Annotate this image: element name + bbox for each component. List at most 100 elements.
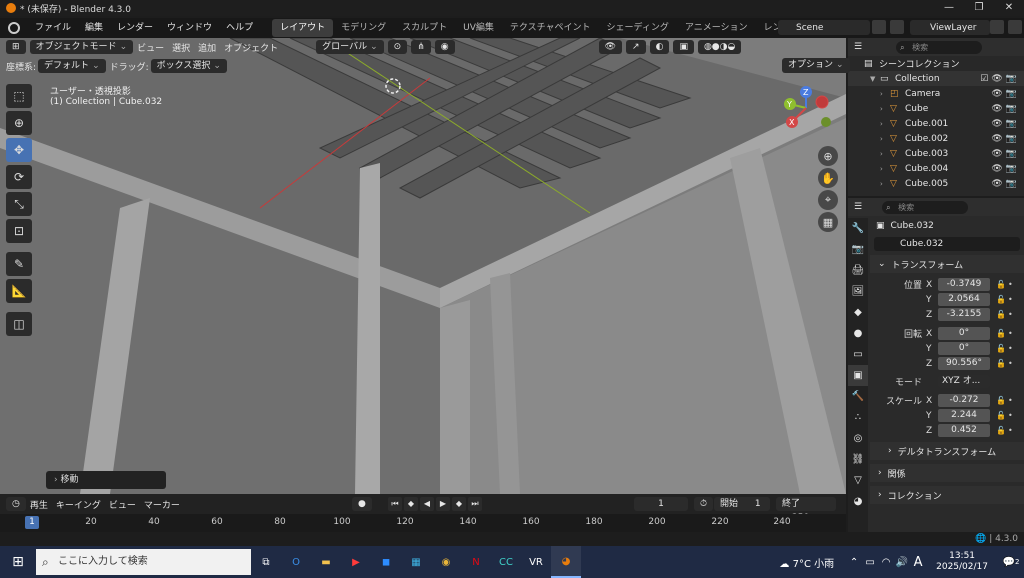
menu-playback[interactable]: 再生 bbox=[30, 498, 48, 511]
volume-icon[interactable]: 🔊 bbox=[894, 546, 910, 578]
ime-indicator[interactable]: A bbox=[910, 546, 926, 578]
last-operator-panel[interactable]: › 移動 bbox=[46, 471, 166, 489]
youtube-icon[interactable]: ▶ bbox=[341, 546, 371, 578]
scale-y-field[interactable]: 2.244 bbox=[938, 409, 990, 422]
list-item[interactable]: › ▽ Cube.003 👁📷 bbox=[848, 146, 1024, 161]
lock-icon[interactable]: 🔓 bbox=[996, 396, 1008, 405]
wifi-icon[interactable]: ◠ bbox=[878, 546, 894, 578]
list-item[interactable]: › ▽ Cube.005 👁📷 bbox=[848, 176, 1024, 191]
list-item[interactable]: › ▽ Cube.004 👁📷 bbox=[848, 161, 1024, 176]
visibility-icon[interactable]: 👁 bbox=[598, 40, 623, 54]
transform-section-header[interactable]: ⌄ トランスフォーム bbox=[870, 255, 1024, 273]
chrome-icon[interactable]: ◉ bbox=[431, 546, 461, 578]
tab-texture-paint[interactable]: テクスチャペイント bbox=[502, 19, 599, 37]
close-button[interactable]: ✕ bbox=[994, 0, 1024, 16]
taskbar-search-input[interactable]: ここに入力して検索 bbox=[36, 549, 251, 575]
outliner-editor-icon[interactable]: ☰ bbox=[854, 42, 862, 52]
menu-keying[interactable]: キーイング bbox=[56, 498, 101, 511]
proportional-edit-icon[interactable]: ◉ bbox=[434, 40, 455, 54]
output-tab-icon[interactable]: 🖨 bbox=[848, 260, 868, 281]
file-explorer-icon[interactable]: ▬ bbox=[311, 546, 341, 578]
rotate-tool-icon[interactable]: ⟳ bbox=[6, 165, 32, 189]
menu-add[interactable]: 追加 bbox=[198, 41, 216, 54]
zoom-icon[interactable]: ⊕ bbox=[818, 146, 838, 166]
end-frame-field[interactable]: 終了 250 bbox=[776, 497, 836, 523]
tab-modeling[interactable]: モデリング bbox=[333, 19, 394, 37]
annotate-tool-icon[interactable]: ✎ bbox=[6, 252, 32, 276]
object-name-field[interactable]: Cube.032 bbox=[874, 237, 1020, 251]
mode-dropdown[interactable]: オブジェクトモード ⌄ bbox=[29, 40, 134, 54]
maximize-button[interactable]: ❐ bbox=[964, 0, 994, 16]
constraints-tab-icon[interactable]: ⛓ bbox=[848, 449, 868, 470]
grid-view-icon[interactable]: ▦ bbox=[818, 212, 838, 232]
menu-help[interactable]: ヘルプ bbox=[219, 18, 260, 38]
lock-icon[interactable]: 🔓 bbox=[996, 310, 1008, 319]
scale-z-field[interactable]: 0.452 bbox=[938, 424, 990, 437]
scene-selector[interactable]: Scene bbox=[778, 20, 870, 35]
overlay-toggle-icon[interactable]: ◐ bbox=[649, 40, 670, 54]
cursor-tool-icon[interactable]: ⊕ bbox=[6, 111, 32, 135]
editor-type-icon[interactable]: ⊞ bbox=[6, 40, 26, 54]
lock-icon[interactable]: 🔓 bbox=[996, 426, 1008, 435]
play-reverse-icon[interactable]: ◀ bbox=[420, 497, 434, 511]
outlook-icon[interactable]: O bbox=[281, 546, 311, 578]
rotation-z-field[interactable]: 90.556° bbox=[938, 357, 990, 370]
tab-uv-editing[interactable]: UV編集 bbox=[455, 19, 502, 37]
tab-shading[interactable]: シェーディング bbox=[599, 19, 677, 37]
tab-sculpting[interactable]: スカルプト bbox=[394, 19, 455, 37]
start-frame-field[interactable]: 開始 1 bbox=[714, 497, 770, 511]
menu-marker[interactable]: マーカー bbox=[144, 498, 180, 511]
gizmo-toggle-icon[interactable]: ↗ bbox=[626, 40, 646, 54]
relations-section[interactable]: › 関係 bbox=[870, 464, 1024, 482]
menu-render[interactable]: レンダー bbox=[110, 18, 160, 38]
menu-window[interactable]: ウィンドウ bbox=[160, 18, 219, 38]
physics-tab-icon[interactable]: ◎ bbox=[848, 428, 868, 449]
delete-scene-icon[interactable] bbox=[890, 20, 904, 34]
add-cube-tool-icon[interactable]: ◫ bbox=[6, 312, 32, 336]
measure-tool-icon[interactable]: 📐 bbox=[6, 279, 32, 303]
scale-x-field[interactable]: -0.272 bbox=[938, 394, 990, 407]
weather-widget[interactable]: ☁ 7°C 小雨 bbox=[779, 555, 834, 570]
lock-icon[interactable]: 🔓 bbox=[996, 295, 1008, 304]
location-x-field[interactable]: -0.3749 bbox=[938, 278, 990, 291]
list-item[interactable]: › ▽ Cube 👁📷 bbox=[848, 101, 1024, 116]
lock-icon[interactable]: 🔓 bbox=[996, 280, 1008, 289]
expand-arrow-icon[interactable]: ▼ bbox=[870, 75, 880, 83]
tab-layout[interactable]: レイアウト bbox=[272, 19, 334, 37]
menu-select[interactable]: 選択 bbox=[172, 41, 190, 54]
select-box-tool-icon[interactable]: ⬚ bbox=[6, 84, 32, 108]
view-layer-tab-icon[interactable]: 🖼 bbox=[848, 281, 868, 302]
jump-start-icon[interactable]: ⏮ bbox=[388, 497, 402, 511]
lock-icon[interactable]: 🔓 bbox=[996, 411, 1008, 420]
drag-dropdown[interactable]: ボックス選択 ⌄ bbox=[150, 59, 227, 73]
auto-key-icon[interactable]: ● bbox=[352, 497, 372, 511]
new-scene-icon[interactable] bbox=[872, 20, 886, 34]
snap-icon[interactable]: ⋔ bbox=[411, 40, 431, 54]
outliner-search-input[interactable]: 検索 bbox=[896, 40, 983, 54]
menu-view[interactable]: ビュー bbox=[137, 41, 164, 54]
list-item[interactable]: › ▽ Cube.001 👁📷 bbox=[848, 116, 1024, 131]
list-item[interactable]: › ▽ Cube.002 👁📷 bbox=[848, 131, 1024, 146]
blender-taskbar-icon[interactable]: ◕ bbox=[551, 546, 581, 578]
current-frame-field[interactable]: 1 bbox=[634, 497, 688, 511]
location-y-field[interactable]: 2.0564 bbox=[938, 293, 990, 306]
world-tab-icon[interactable]: ● bbox=[848, 323, 868, 344]
navigation-gizmo[interactable]: Z Y X bbox=[780, 84, 836, 140]
menu-edit[interactable]: 編集 bbox=[78, 18, 110, 38]
list-item[interactable]: › ◰ Camera 👁📷 bbox=[848, 86, 1024, 101]
view-layer-selector[interactable]: ViewLayer bbox=[910, 20, 990, 35]
stopwatch-icon[interactable]: ⏱ bbox=[694, 497, 714, 511]
transform-tool-icon[interactable]: ⊡ bbox=[6, 219, 32, 243]
camera-view-icon[interactable]: ⌖ bbox=[818, 190, 838, 210]
orientation-dropdown[interactable]: デフォルト ⌄ bbox=[38, 59, 106, 73]
pivot-icon[interactable]: ⊙ bbox=[387, 40, 408, 54]
creative-cloud-icon[interactable]: CC bbox=[491, 546, 521, 578]
menu-object[interactable]: オブジェクト bbox=[224, 41, 278, 54]
outliner-collection[interactable]: ▼ ▭ Collection ☑👁📷 bbox=[848, 71, 1024, 86]
material-tab-icon[interactable]: ◕ bbox=[848, 491, 868, 512]
location-z-field[interactable]: -3.2155 bbox=[938, 308, 990, 321]
particles-tab-icon[interactable]: ∴ bbox=[848, 407, 868, 428]
tab-animation[interactable]: アニメーション bbox=[677, 19, 756, 37]
blender-menu-icon[interactable] bbox=[8, 22, 20, 34]
play-icon[interactable]: ▶ bbox=[436, 497, 450, 511]
